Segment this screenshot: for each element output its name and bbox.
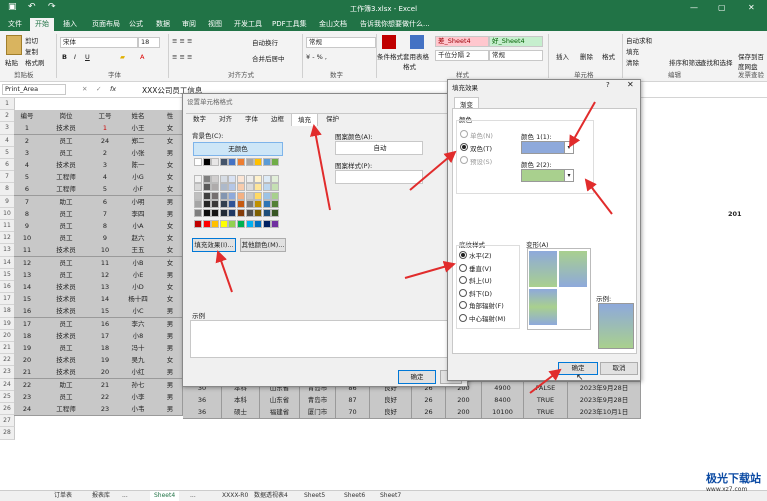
- arrow-fill-tab: [309, 124, 331, 211]
- arrow-two-color: [409, 150, 457, 191]
- watermark-url: www.xz7.com: [706, 486, 748, 493]
- arrow-ok: [529, 368, 562, 394]
- sheet-tabs-bar: 订单表 报表库... Sheet4... XXXX-R0 数据透视表4 Sheet5 She…: [0, 490, 767, 501]
- arrow-horizontal: [404, 260, 456, 279]
- arrow-fill-effects: [215, 250, 233, 293]
- annotation-arrows: [215, 101, 613, 394]
- arrow-color1: [569, 101, 596, 148]
- watermark-logo: 极光下载站 www.xz7.com: [706, 470, 761, 493]
- arrow-color2: [584, 178, 613, 215]
- watermark-text: 极光下载站: [706, 472, 761, 485]
